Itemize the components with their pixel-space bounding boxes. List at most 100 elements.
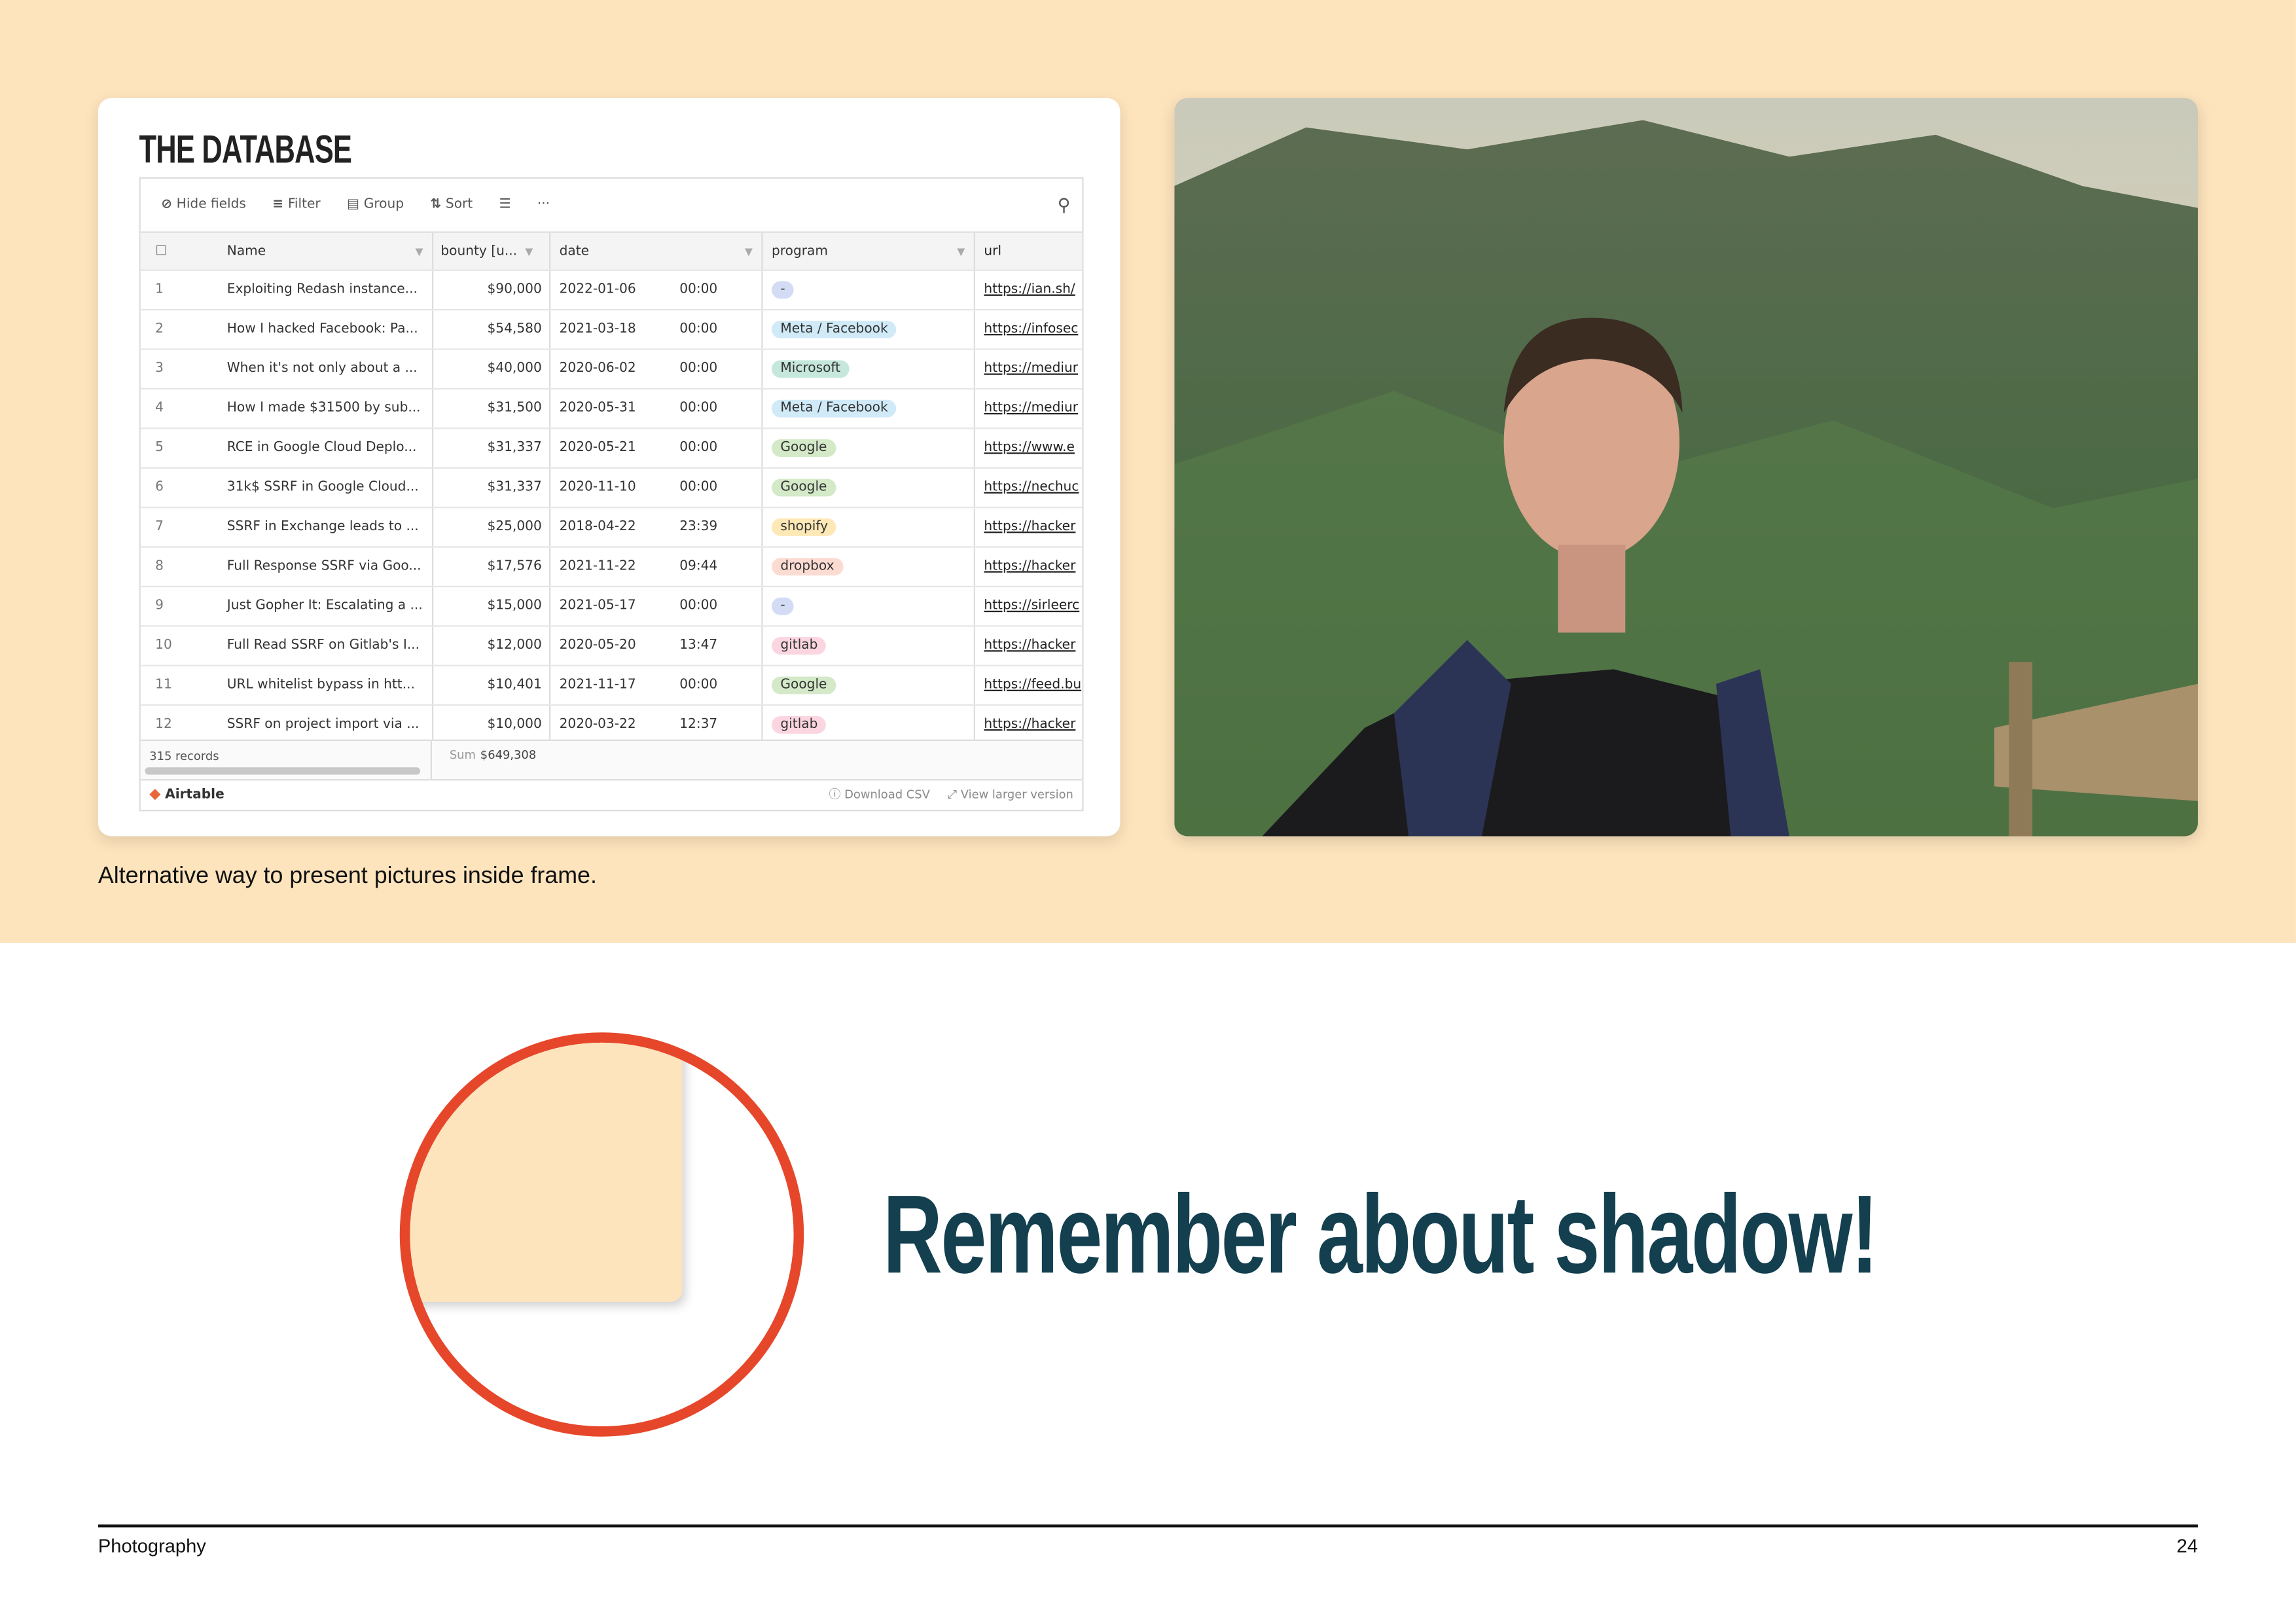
table-row[interactable]: 10 Full Read SSRF on Gitlab's I... $12,000… <box>140 626 1083 666</box>
more-button[interactable]: ··· <box>537 198 550 212</box>
cell-bounty[interactable]: $12,000 <box>433 626 551 665</box>
table-row[interactable]: 5 RCE in Google Cloud Deplo... $31,337 2020… <box>140 429 1083 469</box>
row-number: 8 <box>155 559 164 574</box>
date-value: 2020-06-02 <box>559 361 636 376</box>
cell-url-link[interactable]: https://feed.bu <box>975 666 1082 704</box>
table-row[interactable]: 6 31k$ SSRF in Google Cloud... $31,337 2020… <box>140 468 1083 509</box>
cell-program[interactable]: Google <box>763 666 975 705</box>
column-header-bounty[interactable]: bounty [u... ▼ <box>433 232 551 270</box>
cell-name[interactable]: SSRF in Exchange leads to ... <box>221 508 434 547</box>
cell-bounty[interactable]: $17,576 <box>433 547 551 586</box>
date-value: 2018-04-22 <box>559 520 636 535</box>
cell-date[interactable]: 2020-03-22 12:37 <box>550 706 763 744</box>
table-row[interactable]: 11 URL whitelist bypass in htt... $10,401 2… <box>140 666 1083 706</box>
time-value: 09:44 <box>679 559 718 574</box>
airtable-bar: ◆ Airtable ⓘ Download CSV ⤢ View larger … <box>141 779 1083 810</box>
group-icon: ▤ <box>346 198 360 213</box>
cell-bounty[interactable]: $31,337 <box>433 429 551 467</box>
column-header-program[interactable]: program ▼ <box>763 232 975 270</box>
cell-date[interactable]: 2018-04-22 23:39 <box>550 508 763 547</box>
row-number: 4 <box>155 401 164 416</box>
horizontal-scrollbar[interactable] <box>145 767 421 775</box>
cell-date[interactable]: 2021-11-17 00:00 <box>550 666 763 705</box>
cell-name[interactable]: When it's not only about a ... <box>221 350 434 388</box>
cell-date[interactable]: 2020-05-21 00:00 <box>550 429 763 467</box>
row-height-button[interactable]: ☰ <box>499 198 511 212</box>
cell-url-link[interactable]: https://nechuc <box>975 469 1082 507</box>
cell-name[interactable]: Full Response SSRF via Goo... <box>221 547 434 586</box>
cell-bounty[interactable]: $31,500 <box>433 389 551 428</box>
cell-date[interactable]: 2022-01-06 00:00 <box>550 270 763 310</box>
cell-bounty[interactable]: $10,401 <box>433 666 551 705</box>
cell-bounty[interactable]: $25,000 <box>433 508 551 547</box>
cell-program[interactable]: Meta / Facebook <box>763 389 975 428</box>
cell-program[interactable]: gitlab <box>763 626 975 665</box>
table-row[interactable]: 7 SSRF in Exchange leads to ... $25,000 201… <box>140 508 1083 548</box>
cell-program[interactable]: gitlab <box>763 706 975 744</box>
cell-date[interactable]: 2021-11-22 09:44 <box>550 547 763 586</box>
chevron-down-icon: ▼ <box>957 245 965 257</box>
row-number: 10 <box>155 638 172 653</box>
cell-bounty[interactable]: $10,000 <box>433 706 551 744</box>
cell-name[interactable]: SSRF on project import via ... <box>221 706 434 744</box>
cell-name[interactable]: How I made $31500 by sub... <box>221 389 434 428</box>
cell-name[interactable]: Exploiting Redash instance... <box>221 270 434 310</box>
cell-program[interactable]: - <box>763 270 975 310</box>
cell-url-link[interactable]: https://infosec <box>975 310 1082 348</box>
view-larger-link[interactable]: ⤢ View larger version <box>948 787 1073 801</box>
cell-url-link[interactable]: https://hacker <box>975 508 1082 546</box>
cell-url-link[interactable]: https://ian.sh/ <box>975 271 1082 309</box>
cell-program[interactable]: Google <box>763 429 975 467</box>
cell-name[interactable]: Just Gopher It: Escalating a ... <box>221 587 434 626</box>
cell-bounty[interactable]: $15,000 <box>433 587 551 626</box>
cell-bounty[interactable]: $31,337 <box>433 468 551 507</box>
cell-url-link[interactable]: https://mediur <box>975 350 1082 388</box>
cell-url-link[interactable]: https://mediur <box>975 389 1082 427</box>
cell-url-link[interactable]: https://hacker <box>975 706 1082 744</box>
cell-bounty[interactable]: $40,000 <box>433 350 551 388</box>
table-row[interactable]: 2 How I hacked Facebook: Pa... $54,580 2021… <box>140 310 1083 350</box>
footer-section: Photography <box>98 1534 206 1557</box>
table-row[interactable]: 1 Exploiting Redash instance... $90,000 202… <box>140 270 1083 311</box>
selfie-photo <box>1174 98 2198 837</box>
group-button[interactable]: ▤ Group <box>347 198 404 212</box>
cell-bounty[interactable]: $54,580 <box>433 310 551 349</box>
cell-name[interactable]: RCE in Google Cloud Deplo... <box>221 429 434 467</box>
cell-name[interactable]: How I hacked Facebook: Pa... <box>221 310 434 349</box>
table-row[interactable]: 9 Just Gopher It: Escalating a ... $15,000… <box>140 587 1083 627</box>
cell-date[interactable]: 2020-06-02 00:00 <box>550 350 763 388</box>
sort-button[interactable]: ⇅ Sort <box>430 198 473 212</box>
search-icon[interactable]: ⚲ <box>1058 195 1071 215</box>
sum-value: $649,308 <box>480 748 537 762</box>
cell-program[interactable]: - <box>763 587 975 626</box>
cell-date[interactable]: 2021-05-17 00:00 <box>550 587 763 626</box>
cell-url-link[interactable]: https://sirleerc <box>975 587 1082 625</box>
cell-name[interactable]: 31k$ SSRF in Google Cloud... <box>221 468 434 507</box>
cell-program[interactable]: Microsoft <box>763 350 975 388</box>
cell-date[interactable]: 2021-03-18 00:00 <box>550 310 763 349</box>
cell-url-link[interactable]: https://hacker <box>975 548 1082 586</box>
filter-button[interactable]: ≡ Filter <box>272 198 320 212</box>
cell-program[interactable]: dropbox <box>763 547 975 586</box>
column-header-date[interactable]: date ▼ <box>550 232 763 270</box>
select-all-checkbox[interactable]: ☐ <box>141 244 221 258</box>
cell-program[interactable]: shopify <box>763 508 975 547</box>
table-row[interactable]: 8 Full Response SSRF via Goo... $17,576 202… <box>140 547 1083 588</box>
cell-url-link[interactable]: https://www.e <box>975 429 1082 467</box>
cell-name[interactable]: Full Read SSRF on Gitlab's I... <box>221 626 434 665</box>
column-header-name[interactable]: Name ▼ <box>221 232 434 270</box>
hide-fields-button[interactable]: ⊘ Hide fields <box>161 198 246 212</box>
cell-program[interactable]: Meta / Facebook <box>763 310 975 349</box>
cell-bounty[interactable]: $90,000 <box>433 270 551 310</box>
cell-url-link[interactable]: https://hacker <box>975 627 1082 665</box>
cell-name[interactable]: URL whitelist bypass in htt... <box>221 666 434 705</box>
program-chip: Meta / Facebook <box>772 320 897 338</box>
cell-date[interactable]: 2020-11-10 00:00 <box>550 468 763 507</box>
cell-date[interactable]: 2020-05-31 00:00 <box>550 389 763 428</box>
table-row[interactable]: 3 When it's not only about a ... $40,000 20… <box>140 350 1083 390</box>
column-header-url[interactable]: url <box>975 233 1082 270</box>
cell-date[interactable]: 2020-05-20 13:47 <box>550 626 763 665</box>
download-csv-link[interactable]: ⓘ Download CSV <box>829 786 929 803</box>
table-row[interactable]: 4 How I made $31500 by sub... $31,500 2020-… <box>140 389 1083 429</box>
cell-program[interactable]: Google <box>763 468 975 507</box>
